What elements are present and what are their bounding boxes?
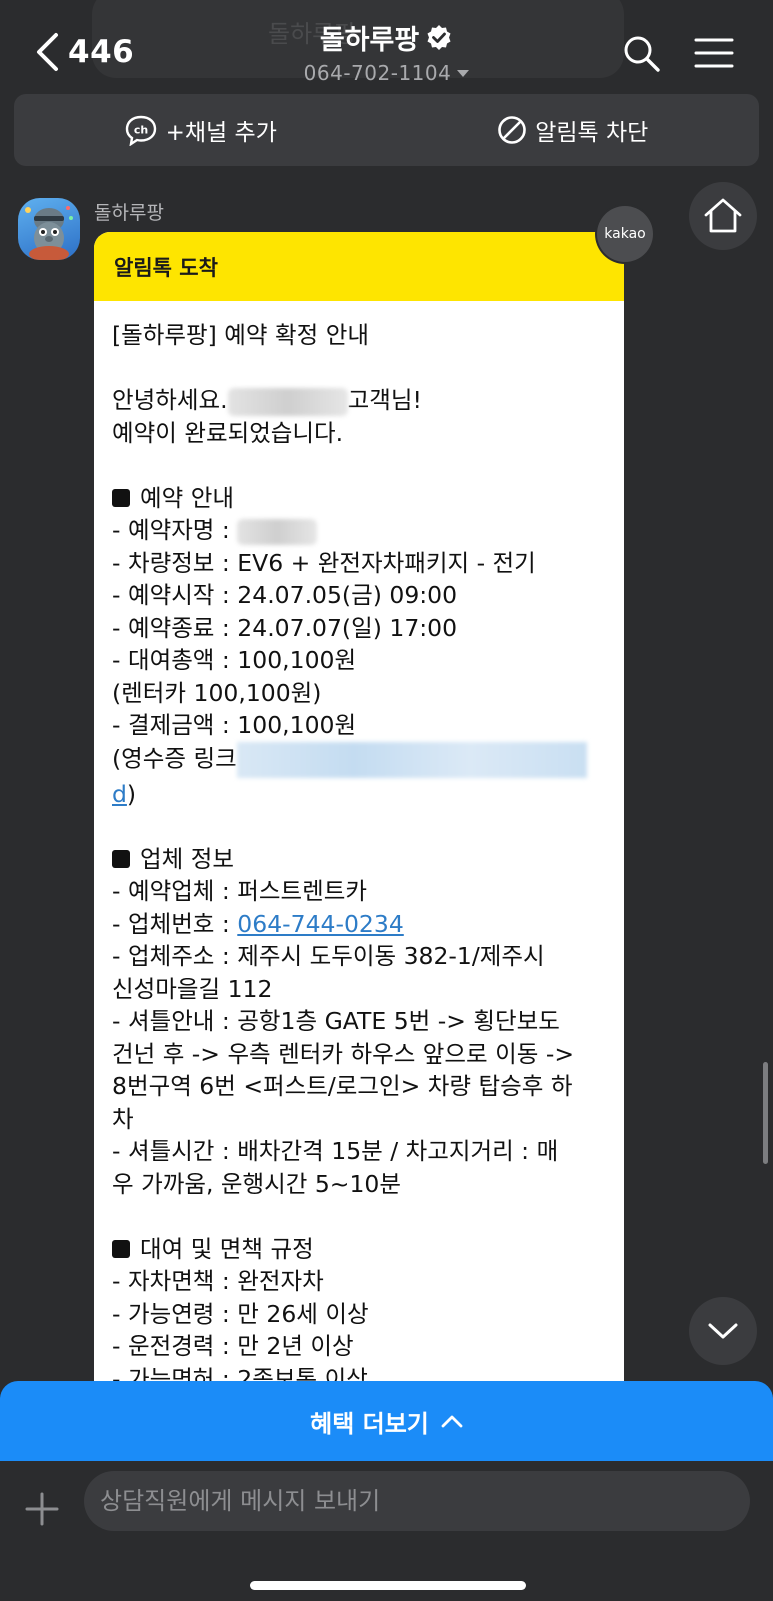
sender-avatar[interactable]	[18, 198, 80, 260]
message-title-line: [돌하루팡] 예약 확정 안내	[112, 321, 369, 349]
shuttle-line-1: - 셔틀안내 : 공항1층 GATE 5번 -> 횡단보도	[112, 1007, 560, 1035]
address-line-1: - 업체주소 : 제주시 도두이동 382-1/제주시	[112, 942, 545, 970]
block-alimtalk-label: 알림톡 차단	[535, 120, 649, 146]
receipt-link[interactable]: d	[112, 780, 127, 808]
message-body: [돌하루팡] 예약 확정 안내 안녕하세요. 고객님! 예약이 완료되었습니다. …	[94, 301, 624, 1395]
paid-line: - 결제금액 : 100,100원	[112, 711, 357, 739]
section-title: 대여 및 면책 규정	[140, 1234, 314, 1263]
section-rules: 대여 및 면책 규정	[112, 1233, 606, 1266]
greeting-line: 안녕하세요. 고객님!	[112, 384, 606, 417]
redacted-booker	[237, 518, 318, 545]
message-input-area	[0, 1461, 773, 1601]
add-channel-button[interactable]: ch +채널 추가	[14, 94, 387, 166]
chat-phone-number: 064-702-1104	[303, 61, 452, 85]
end-line: - 예약종료 : 24.07.07(일) 17:00	[112, 613, 458, 642]
section-reservation: 예약 안내	[112, 482, 606, 515]
vehicle-line: - 차량정보 : EV6 + 완전자차패키지 - 전기	[112, 548, 536, 577]
start-line: - 예약시작 : 24.07.05(금) 09:00	[112, 581, 458, 609]
bullet-square-icon	[112, 849, 130, 868]
receipt-line-2: d)	[112, 778, 606, 811]
shuttle-time-line-1: - 셔틀시간 : 배차간격 15분 / 차고지거리 : 매	[112, 1137, 559, 1165]
chevron-down-icon	[708, 1323, 738, 1339]
shuttle-line-2: 건넌 후 -> 우측 렌터카 하우스 앞으로 이동 ->	[112, 1039, 575, 1068]
alimtalk-message-bubble: 알림톡 도착 [돌하루팡] 예약 확정 안내 안녕하세요. 고객님! 예약이 완료…	[94, 232, 624, 1432]
plus-icon[interactable]	[24, 1491, 60, 1527]
benefit-more-button[interactable]: 혜택 더보기	[0, 1381, 773, 1461]
section-title: 업체 정보	[140, 844, 234, 873]
section-title: 예약 안내	[140, 483, 234, 512]
caret-down-icon	[457, 69, 470, 77]
receipt-close: )	[126, 779, 137, 808]
home-icon	[704, 198, 742, 233]
chevron-up-icon	[441, 1415, 463, 1428]
booker-line: - 예약자명 :	[112, 514, 606, 547]
address-line-2: 신성마을길 112	[112, 974, 273, 1003]
complete-line: 예약이 완료되었습니다.	[112, 418, 344, 447]
benefit-label: 혜택 더보기	[310, 1409, 429, 1438]
hamburger-menu-icon[interactable]	[694, 36, 734, 70]
company-number-label: - 업체번호 :	[112, 909, 238, 938]
message-input[interactable]	[84, 1471, 750, 1531]
shuttle-time-line-2: 우 가까움, 운행시간 5~10분	[112, 1169, 402, 1198]
company-number-line: - 업체번호 : 064-744-0234	[112, 908, 606, 941]
company-line: - 예약업체 : 퍼스트렌트카	[112, 877, 368, 905]
section-company: 업체 정보	[112, 843, 606, 876]
greeting-prefix: 안녕하세요.	[112, 386, 228, 414]
scroll-down-button[interactable]	[689, 1297, 757, 1365]
home-indicator[interactable]	[250, 1581, 526, 1590]
bullet-square-icon	[112, 1239, 130, 1258]
booker-label: - 예약자명 :	[112, 516, 238, 544]
rule-line-3: - 운전경력 : 만 2년 이상	[112, 1332, 354, 1360]
rule-line-2: - 가능연령 : 만 26세 이상	[112, 1299, 369, 1328]
receipt-label: (영수증 링크	[112, 744, 237, 772]
block-icon	[498, 116, 526, 144]
verified-check-icon	[427, 24, 451, 50]
total-line: - 대여총액 : 100,100원	[112, 646, 357, 674]
chat-title: 돌하루팡	[319, 25, 420, 56]
kakao-badge: kakao	[597, 206, 653, 262]
rule-line-1: - 자차면책 : 완전자차	[112, 1267, 324, 1295]
search-icon[interactable]	[622, 34, 662, 74]
channel-action-bar: ch +채널 추가 알림톡 차단	[14, 94, 759, 166]
bullet-square-icon	[112, 488, 130, 507]
company-phone-link[interactable]: 064-744-0234	[237, 910, 403, 938]
shuttle-line-4: 차	[112, 1104, 134, 1133]
receipt-line: (영수증 링크	[112, 741, 606, 778]
block-alimtalk-button[interactable]: 알림톡 차단	[387, 94, 760, 166]
redacted-name	[227, 387, 348, 416]
chat-header: 446 돌하루팡 064-702-1104	[0, 0, 773, 92]
sender-name: 돌하루팡	[94, 202, 164, 224]
greeting-suffix: 고객님!	[347, 386, 422, 414]
redacted-receipt-link[interactable]	[236, 741, 587, 778]
alimtalk-header: 알림톡 도착	[94, 232, 624, 301]
svg-text:ch: ch	[133, 124, 147, 137]
channel-add-icon: ch	[125, 115, 156, 146]
scrollbar[interactable]	[763, 1062, 768, 1164]
dolharupang-character-icon	[25, 206, 73, 260]
add-channel-label: +채널 추가	[165, 120, 277, 146]
shuttle-line-3: 8번구역 6번 <퍼스트/로그인> 차량 탑승후 하	[112, 1072, 573, 1100]
rental-line: (렌터카 100,100원)	[112, 678, 322, 707]
home-button[interactable]	[689, 182, 757, 250]
